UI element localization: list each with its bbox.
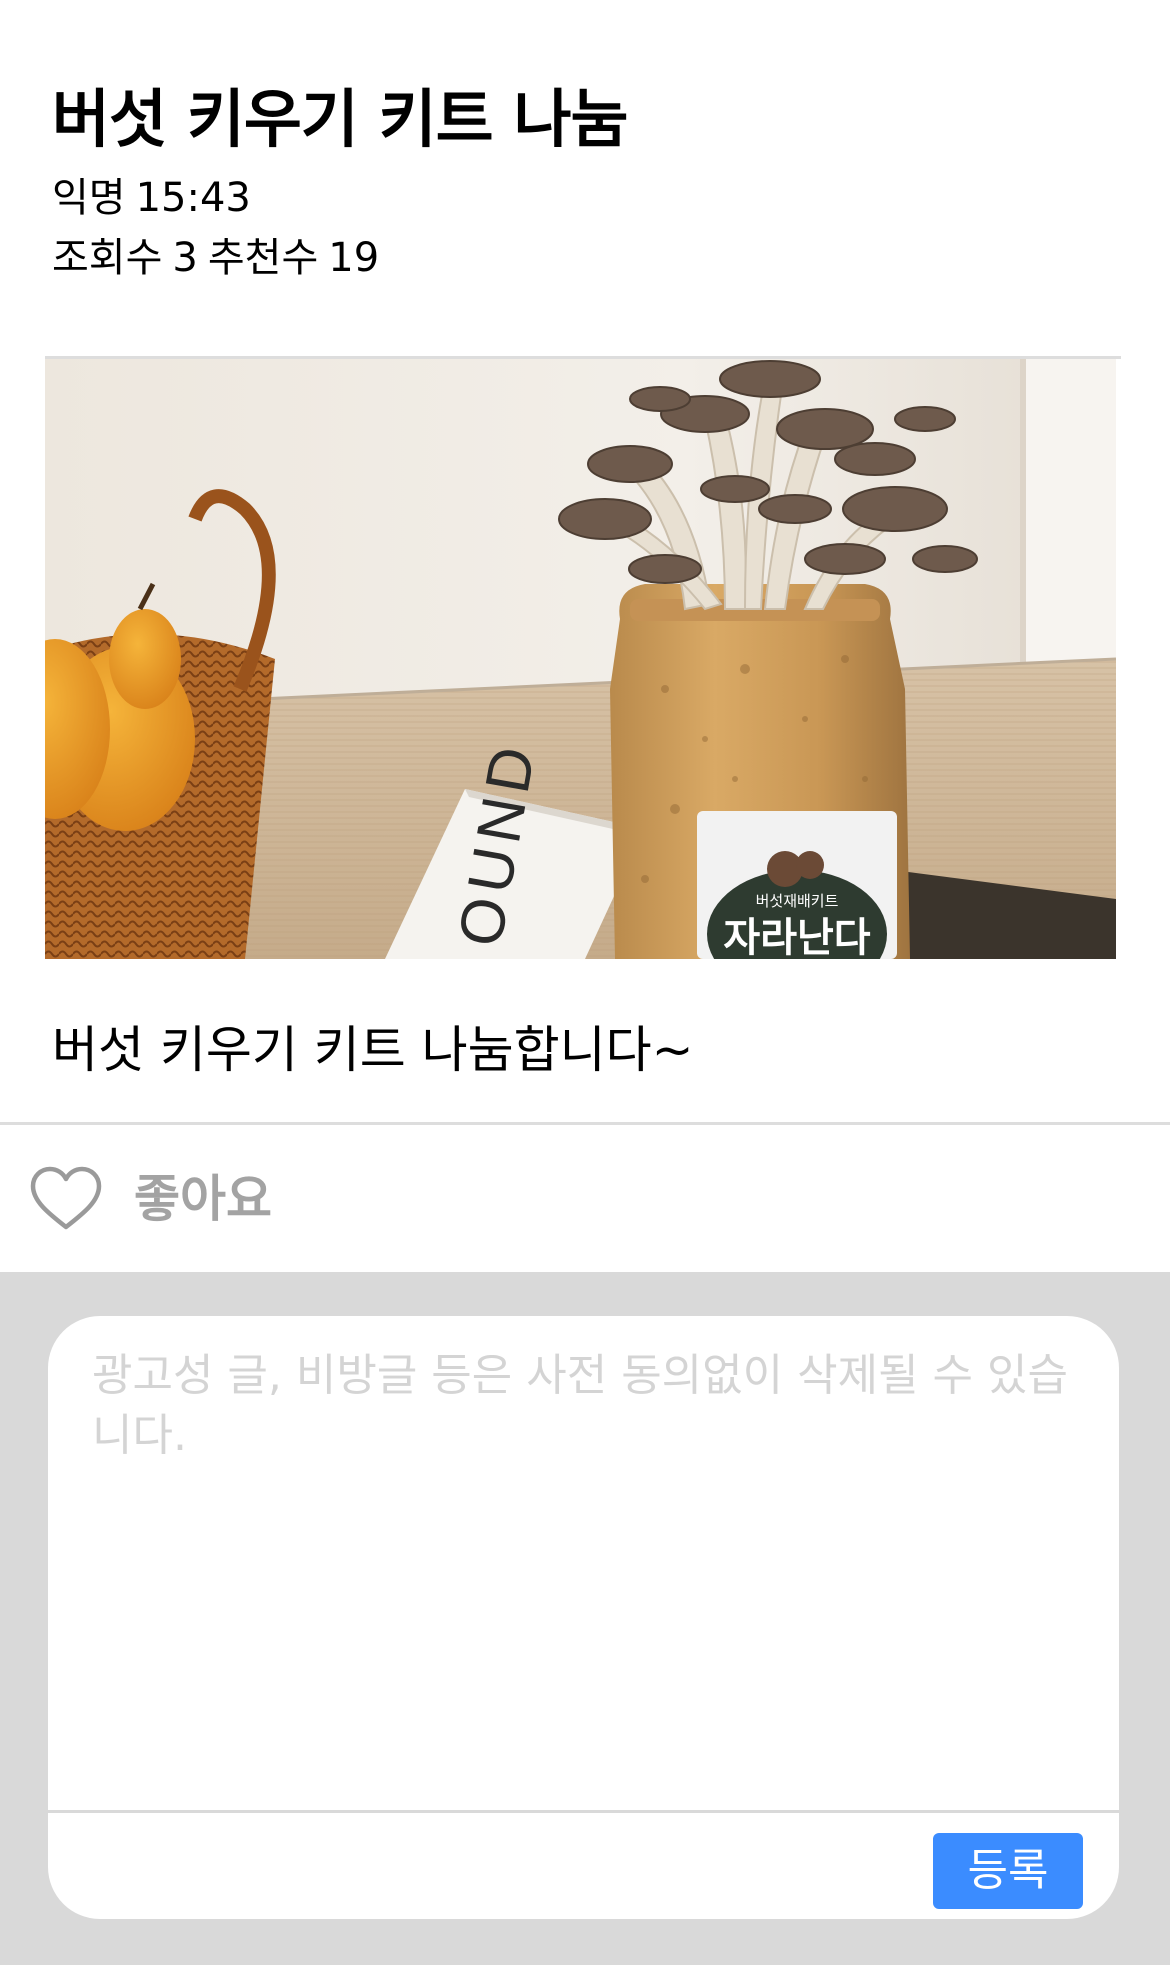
author-name: 익명 [52, 175, 126, 221]
views-count: 3 [172, 235, 198, 281]
stats-row: 조회수 3 추천수 19 [52, 228, 1118, 288]
comment-divider [48, 1810, 1119, 1813]
recommends-count: 19 [328, 235, 380, 281]
post-body: 버섯 키우기 키트 나눔합니다~ [52, 1021, 694, 1079]
recommends-label: 추천수 [207, 235, 319, 281]
post-time: 15:43 [135, 175, 251, 221]
heart-outline-icon [30, 1166, 102, 1230]
post-meta: 익명 15:43 조회수 3 추천수 19 [52, 168, 1118, 288]
like-button[interactable]: 좋아요 [28, 1162, 272, 1236]
jar-label-big: 자라난다 [723, 915, 870, 959]
like-label: 좋아요 [134, 1170, 272, 1228]
post-header: 버섯 키우기 키트 나눔 익명 15:43 조회수 3 추천수 19 [52, 72, 1118, 288]
post-image[interactable]: OUND 버섯재배키트 자라난다 [45, 359, 1116, 959]
submit-comment-button[interactable]: 등록 [933, 1833, 1083, 1909]
author-row: 익명 15:43 [52, 168, 1118, 228]
body-divider [0, 1122, 1170, 1125]
views-label: 조회수 [52, 235, 163, 281]
comment-input[interactable] [92, 1346, 1092, 1786]
comment-box: 등록 [48, 1316, 1119, 1919]
comment-area: 등록 [0, 1272, 1170, 1965]
post-title: 버섯 키우기 키트 나눔 [52, 83, 628, 156]
jar-label-small: 버섯재배키트 [756, 892, 839, 910]
